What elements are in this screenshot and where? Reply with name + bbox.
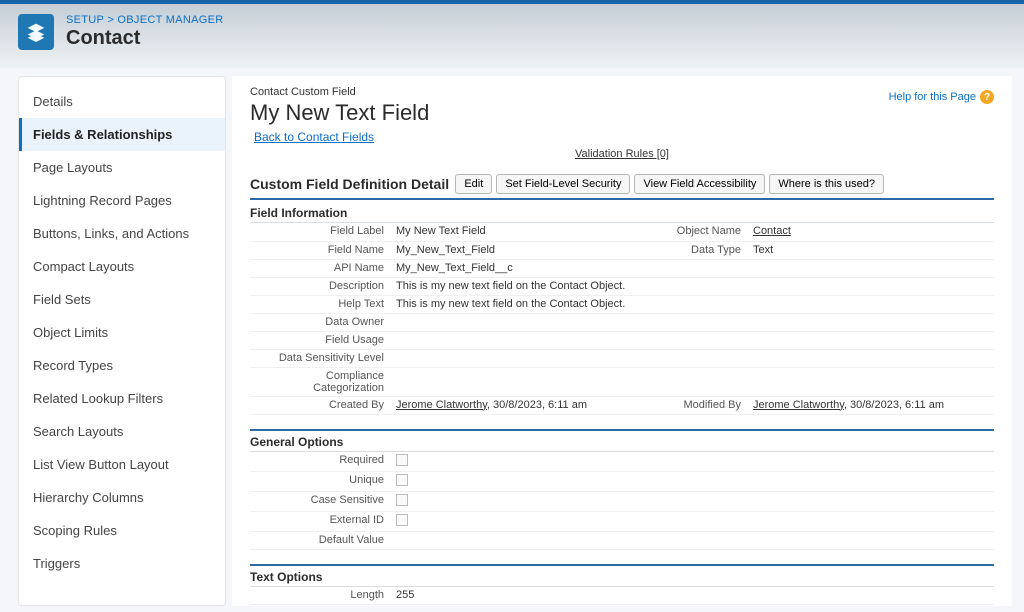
- sidebar-item-details[interactable]: Details: [19, 85, 225, 118]
- label-field-usage: Field Usage: [250, 331, 390, 349]
- sidebar-item-object-limits[interactable]: Object Limits: [19, 316, 225, 349]
- value-data-type: Text: [747, 241, 994, 259]
- label-data-sensitivity: Data Sensitivity Level: [250, 349, 390, 367]
- value-field-name: My_New_Text_Field: [390, 241, 637, 259]
- sidebar-item-field-sets[interactable]: Field Sets: [19, 283, 225, 316]
- created-by-name[interactable]: Jerome Clatworthy: [396, 399, 487, 411]
- validation-rules-link[interactable]: Validation Rules [0]: [575, 148, 669, 160]
- label-api-name: API Name: [250, 259, 390, 277]
- value-field-label: My New Text Field: [390, 223, 637, 241]
- unique-checkbox: [396, 474, 408, 486]
- content-area: Help for this Page ? Contact Custom Fiel…: [232, 76, 1012, 606]
- label-case-sensitive: Case Sensitive: [250, 491, 390, 511]
- label-field-label: Field Label: [250, 223, 390, 241]
- sidebar-item-related-lookup-filters[interactable]: Related Lookup Filters: [19, 382, 225, 415]
- value-field-usage: [390, 331, 994, 349]
- back-link[interactable]: Back to Contact Fields: [254, 130, 374, 144]
- text-options-heading: Text Options: [250, 564, 994, 587]
- case-sensitive-checkbox: [396, 494, 408, 506]
- modified-by-name[interactable]: Jerome Clatworthy: [753, 399, 844, 411]
- object-manager-icon: [18, 14, 54, 50]
- label-created-by: Created By: [250, 396, 390, 414]
- help-link-text: Help for this Page: [889, 91, 976, 103]
- label-external-id: External ID: [250, 511, 390, 531]
- label-data-type: Data Type: [637, 241, 747, 259]
- page-header: SETUP > OBJECT MANAGER Contact: [0, 0, 1024, 68]
- label-description: Description: [250, 277, 390, 295]
- created-by-date: , 30/8/2023, 6:11 am: [487, 399, 587, 411]
- sidebar-item-page-layouts[interactable]: Page Layouts: [19, 151, 225, 184]
- label-data-owner: Data Owner: [250, 313, 390, 331]
- value-description: This is my new text field on the Contact…: [390, 277, 994, 295]
- breadcrumb[interactable]: SETUP > OBJECT MANAGER: [66, 14, 223, 26]
- value-help-text: This is my new text field on the Contact…: [390, 295, 994, 313]
- sidebar-item-triggers[interactable]: Triggers: [19, 547, 225, 580]
- sidebar-item-record-types[interactable]: Record Types: [19, 349, 225, 382]
- value-data-owner: [390, 313, 994, 331]
- external-id-checkbox: [396, 514, 408, 526]
- sidebar-item-buttons-links-actions[interactable]: Buttons, Links, and Actions: [19, 217, 225, 250]
- label-modified-by: Modified By: [637, 396, 747, 414]
- label-field-name: Field Name: [250, 241, 390, 259]
- label-compliance: Compliance Categorization: [250, 367, 390, 396]
- sidebar-item-hierarchy-columns[interactable]: Hierarchy Columns: [19, 481, 225, 514]
- label-unique: Unique: [250, 471, 390, 491]
- help-icon: ?: [980, 90, 994, 104]
- sidebar-item-fields-relationships[interactable]: Fields & Relationships: [19, 118, 225, 151]
- page-title: My New Text Field: [250, 100, 994, 126]
- section-title: Custom Field Definition Detail: [250, 176, 449, 192]
- field-information-heading: Field Information: [250, 206, 994, 223]
- sidebar-item-search-layouts[interactable]: Search Layouts: [19, 415, 225, 448]
- value-length: 255: [390, 587, 994, 605]
- field-info-table: Field Label My New Text Field Object Nam…: [250, 223, 994, 415]
- general-options-table: Required Unique Case Sensitive External …: [250, 452, 994, 550]
- label-length: Length: [250, 587, 390, 605]
- sidebar-item-scoping-rules[interactable]: Scoping Rules: [19, 514, 225, 547]
- label-default-value: Default Value: [250, 531, 390, 549]
- object-title: Contact: [66, 27, 223, 50]
- value-api-name: My_New_Text_Field__c: [390, 259, 637, 277]
- edit-button[interactable]: Edit: [455, 174, 492, 194]
- help-for-page-link[interactable]: Help for this Page ?: [889, 90, 994, 104]
- sub-breadcrumb: Contact Custom Field: [250, 86, 994, 98]
- label-object-name: Object Name: [637, 223, 747, 241]
- text-options-table: Length 255: [250, 587, 994, 606]
- value-data-sensitivity: [390, 349, 994, 367]
- value-default-value: [390, 531, 994, 549]
- sidebar-item-list-view-button-layout[interactable]: List View Button Layout: [19, 448, 225, 481]
- sidebar-item-lightning-record-pages[interactable]: Lightning Record Pages: [19, 184, 225, 217]
- value-object-name[interactable]: Contact: [753, 225, 791, 237]
- general-options-heading: General Options: [250, 429, 994, 452]
- required-checkbox: [396, 454, 408, 466]
- modified-by-date: , 30/8/2023, 6:11 am: [844, 399, 944, 411]
- sidebar-item-compact-layouts[interactable]: Compact Layouts: [19, 250, 225, 283]
- label-help-text: Help Text: [250, 295, 390, 313]
- sidebar: Details Fields & Relationships Page Layo…: [18, 76, 226, 606]
- label-required: Required: [250, 452, 390, 472]
- where-is-this-used-button[interactable]: Where is this used?: [769, 174, 884, 194]
- view-field-accessibility-button[interactable]: View Field Accessibility: [634, 174, 765, 194]
- value-compliance: [390, 367, 994, 396]
- set-fls-button[interactable]: Set Field-Level Security: [496, 174, 630, 194]
